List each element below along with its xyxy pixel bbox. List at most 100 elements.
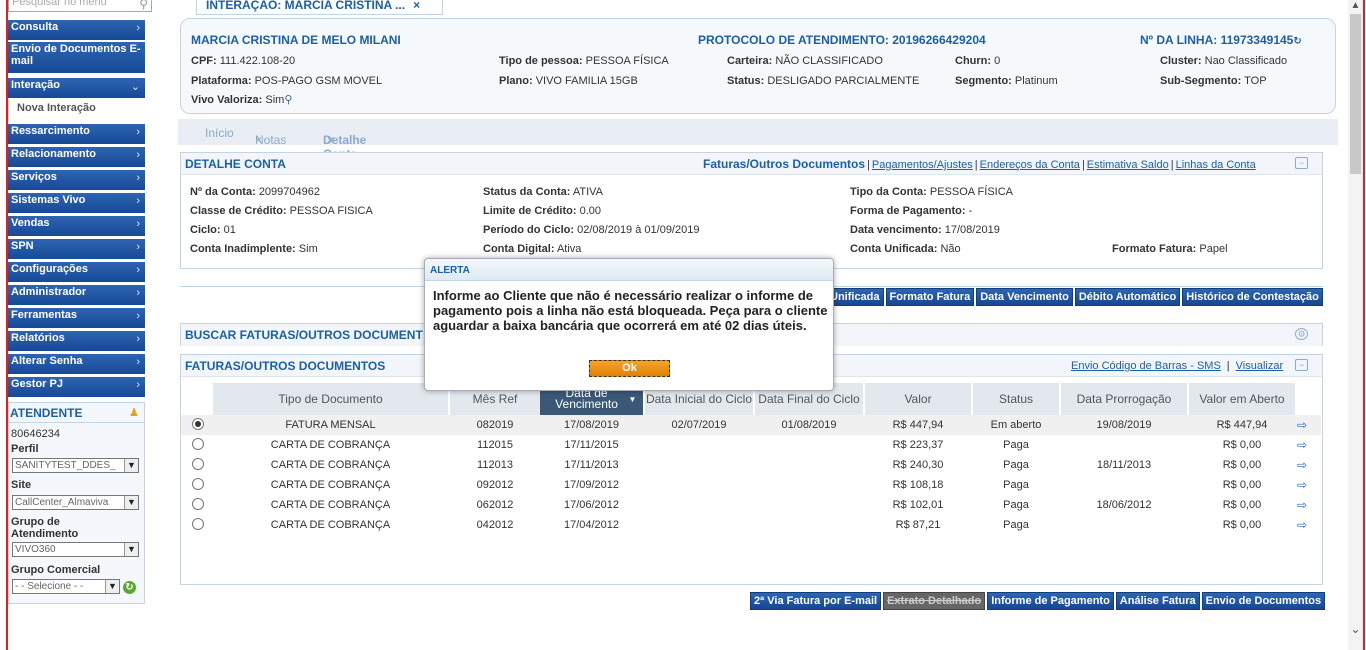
link-visualizar[interactable]: Visualizar	[1236, 360, 1284, 372]
menu-item-consulta[interactable]: Consulta ›	[8, 20, 145, 41]
row-radio[interactable]	[192, 478, 204, 490]
analise-fatura-button[interactable]: Análise Fatura	[1115, 592, 1200, 610]
table-row[interactable]: CARTA DE COBRANÇA 062012 17/06/2012 R$ 1…	[181, 495, 1321, 515]
table-row[interactable]: CARTA DE COBRANÇA 042012 17/04/2012 R$ 8…	[181, 515, 1321, 535]
cell-data-inicial: 02/07/2019	[671, 419, 727, 431]
export-icon[interactable]: ⇨	[1297, 478, 1307, 492]
menu-item-spn[interactable]: SPN ›	[8, 239, 145, 260]
export-icon[interactable]: ⇨	[1297, 498, 1307, 512]
scrollbar[interactable]: ▲ ⌄	[1348, 0, 1363, 650]
chevron-down-icon[interactable]: ⌄	[1348, 622, 1363, 636]
chevron-right-icon: ›	[136, 195, 140, 207]
detalhe-conta-title: DETALHE CONTA	[185, 157, 286, 171]
export-icon[interactable]: ⇨	[1297, 458, 1307, 472]
col-valor[interactable]: Valor	[865, 383, 971, 415]
field-sub-segmento: Sub-Segmento: TOP	[1160, 75, 1267, 87]
envio-documentos-button[interactable]: Envio de Documentos	[1201, 592, 1326, 610]
search-icon[interactable]: ⚲	[284, 94, 292, 106]
link-linhas[interactable]: Linhas da Conta	[1176, 159, 1256, 171]
link-enderecos[interactable]: Endereços da Conta	[980, 159, 1080, 171]
scroll-up-icon[interactable]: ▲	[1348, 0, 1363, 14]
table-row[interactable]: FATURA MENSAL 082019 17/08/2019 02/07/20…	[181, 415, 1321, 435]
tab-inicio[interactable]: Início	[205, 126, 234, 140]
chevron-right-icon: ›	[136, 287, 140, 299]
minimize-icon[interactable]: −	[1295, 359, 1308, 371]
cell-valor: R$ 108,18	[892, 479, 944, 491]
debito-automatico-button[interactable]: Débito Automático	[1074, 288, 1181, 306]
refresh-icon[interactable]: ↻	[1293, 36, 1301, 47]
cell-mes-ref: 082019	[476, 419, 514, 431]
site-select[interactable]: CallCenter_Almaviva ▼	[12, 495, 139, 510]
unificada-button[interactable]: Unificada	[826, 288, 884, 306]
link-pagamentos[interactable]: Pagamentos/Ajustes	[872, 159, 973, 171]
menu-item-sistemas-vivo[interactable]: Sistemas Vivo ›	[8, 193, 145, 214]
export-icon[interactable]: ⇨	[1297, 418, 1307, 432]
menu-item-relacionamento[interactable]: Relacionamento ›	[8, 147, 145, 168]
nav-tabs: Início Notas × Detalhe Conta ×	[178, 119, 1338, 161]
informe-pagamento-button[interactable]: Informe de Pagamento	[987, 592, 1114, 610]
col-tipo-documento[interactable]: Tipo de Documento	[213, 383, 448, 415]
gear-icon[interactable]: ⚙	[1295, 328, 1308, 340]
menu-item-servicos[interactable]: Serviços ›	[8, 170, 145, 191]
table-row[interactable]: CARTA DE COBRANÇA 112013 17/11/2013 R$ 2…	[181, 455, 1321, 475]
cell-status: Paga	[1003, 499, 1029, 511]
menu-item-gestor-pj[interactable]: Gestor PJ ›	[8, 377, 145, 398]
menu-item-configuracoes[interactable]: Configurações ›	[8, 262, 145, 283]
export-icon[interactable]: ⇨	[1297, 438, 1307, 452]
cell-valor-aberto: R$ 0,00	[1222, 479, 1262, 491]
menu-item-vendas[interactable]: Vendas ›	[8, 216, 145, 237]
grupo-comercial-label: Grupo Comercial	[11, 564, 101, 576]
link-estimativa[interactable]: Estimativa Saldo	[1087, 159, 1169, 171]
grupo-atendimento-select[interactable]: VIVO360 ▼	[12, 542, 139, 557]
refresh-icon[interactable]: ↻	[123, 581, 136, 594]
menu-item-ferramentas[interactable]: Ferramentas ›	[8, 308, 145, 329]
menu-item-envio-documentos[interactable]: Envio de Documentos E-mail	[8, 42, 145, 74]
col-valor-aberto[interactable]: Valor em Aberto	[1189, 383, 1295, 415]
data-vencimento-button[interactable]: Data Vencimento	[976, 288, 1073, 306]
separator: |	[867, 159, 870, 171]
cell-vencimento: 17/08/2019	[563, 419, 620, 431]
menu-subitem-nova-interacao[interactable]: Nova Interação	[8, 99, 145, 121]
perfil-select[interactable]: SANITYTEST_DDES_ ▼	[12, 458, 139, 473]
link-faturas[interactable]: Faturas/Outros Documentos	[703, 157, 865, 171]
menu-item-interacao[interactable]: Interação ⌄	[8, 78, 145, 99]
cell-status: Paga	[1003, 459, 1029, 471]
tab-interacao[interactable]: INTERAÇÃO: MARCIA CRISTINA ... ×	[196, 0, 443, 15]
menu-item-ressarcimento[interactable]: Ressarcimento ›	[8, 124, 145, 145]
atendente-id: 80646234	[11, 428, 60, 440]
extrato-detalhado-button: Extrato Detalhado	[883, 592, 986, 610]
row-radio[interactable]	[192, 498, 204, 510]
table-row[interactable]: CARTA DE COBRANÇA 092012 17/09/2012 R$ 1…	[181, 475, 1321, 495]
close-icon[interactable]: ×	[413, 0, 420, 12]
field-periodo-ciclo: Período do Ciclo: 02/08/2019 à 01/09/201…	[483, 224, 700, 236]
chevron-right-icon: ›	[136, 218, 140, 230]
field-vivo-valoriza: Vivo Valoriza: Sim⚲	[191, 94, 293, 106]
row-radio[interactable]	[192, 518, 204, 530]
user-icon: ♟	[129, 407, 139, 419]
menu-search-input[interactable]: Pesquisar no menu ⚲	[8, 0, 152, 12]
export-icon[interactable]: ⇨	[1297, 518, 1307, 532]
menu-item-alterar-senha[interactable]: Alterar Senha ›	[8, 354, 145, 375]
field-formato-fatura: Formato Fatura: Papel	[1112, 243, 1228, 255]
close-icon[interactable]: ×	[255, 133, 262, 147]
bottom-buttons: 2ª Via Fatura por E-mail Extrato Detalha…	[750, 592, 1326, 610]
col-data-prorrogacao[interactable]: Data Prorrogação	[1061, 383, 1187, 415]
row-radio[interactable]	[192, 458, 204, 470]
row-radio[interactable]	[192, 438, 204, 450]
row-radio[interactable]	[192, 418, 204, 430]
close-icon[interactable]: ×	[327, 133, 334, 147]
grupo-comercial-select[interactable]: - - Selecione - - ▼	[12, 579, 120, 594]
search-icon[interactable]: ⚲	[139, 0, 148, 13]
historico-contestacao-button[interactable]: Histórico de Contestação	[1182, 288, 1323, 306]
chevron-right-icon: ›	[136, 126, 140, 138]
formato-fatura-button[interactable]: Formato Fatura	[885, 288, 975, 306]
scroll-thumb[interactable]	[1350, 14, 1361, 174]
ok-button[interactable]: Ok	[589, 360, 670, 377]
menu-item-administrador[interactable]: Administrador ›	[8, 285, 145, 306]
segunda-via-button[interactable]: 2ª Via Fatura por E-mail	[750, 592, 882, 610]
minimize-icon[interactable]: −	[1295, 157, 1308, 169]
table-row[interactable]: CARTA DE COBRANÇA 112015 17/11/2015 R$ 2…	[181, 435, 1321, 455]
col-status[interactable]: Status	[973, 383, 1059, 415]
link-envio-sms[interactable]: Envio Código de Barras - SMS	[1071, 360, 1221, 372]
menu-item-relatorios[interactable]: Relatórios ›	[8, 331, 145, 352]
